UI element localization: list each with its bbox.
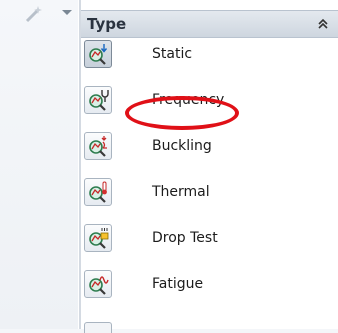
study-type-static[interactable]: Static [81, 40, 338, 86]
thermal-study-icon[interactable] [84, 178, 112, 206]
frequency-highlight-circle [125, 96, 239, 130]
drop-test-study-icon[interactable] [84, 224, 112, 252]
caret-down-icon[interactable] [62, 10, 72, 15]
study-type-label: Thermal [152, 184, 210, 200]
left-gutter [0, 0, 78, 329]
panel-header[interactable]: Type [81, 10, 338, 38]
study-type-thermal[interactable]: Thermal [81, 178, 338, 224]
frequency-study-icon[interactable] [84, 86, 112, 114]
study-type-fatigue[interactable]: Fatigue [81, 270, 338, 316]
static-study-icon[interactable] [84, 40, 112, 68]
study-type-list: Static Frequency Buckling Thermal Drop T… [81, 40, 338, 316]
study-type-buckling[interactable]: Buckling [81, 132, 338, 178]
study-type-label: Buckling [152, 138, 212, 154]
study-type-panel: Type Static Frequency Buckling Thermal D… [81, 0, 338, 329]
study-type-label: Drop Test [152, 230, 218, 246]
double-chevron-up-icon[interactable] [316, 17, 330, 31]
next-study-icon-partial[interactable] [84, 322, 112, 333]
buckling-study-icon[interactable] [84, 132, 112, 160]
fatigue-study-icon[interactable] [84, 270, 112, 298]
wand-icon[interactable] [24, 4, 44, 24]
study-type-label: Fatigue [152, 276, 204, 292]
panel-title: Type [87, 15, 127, 33]
study-type-label: Static [152, 46, 193, 62]
study-type-drop-test[interactable]: Drop Test [81, 224, 338, 270]
